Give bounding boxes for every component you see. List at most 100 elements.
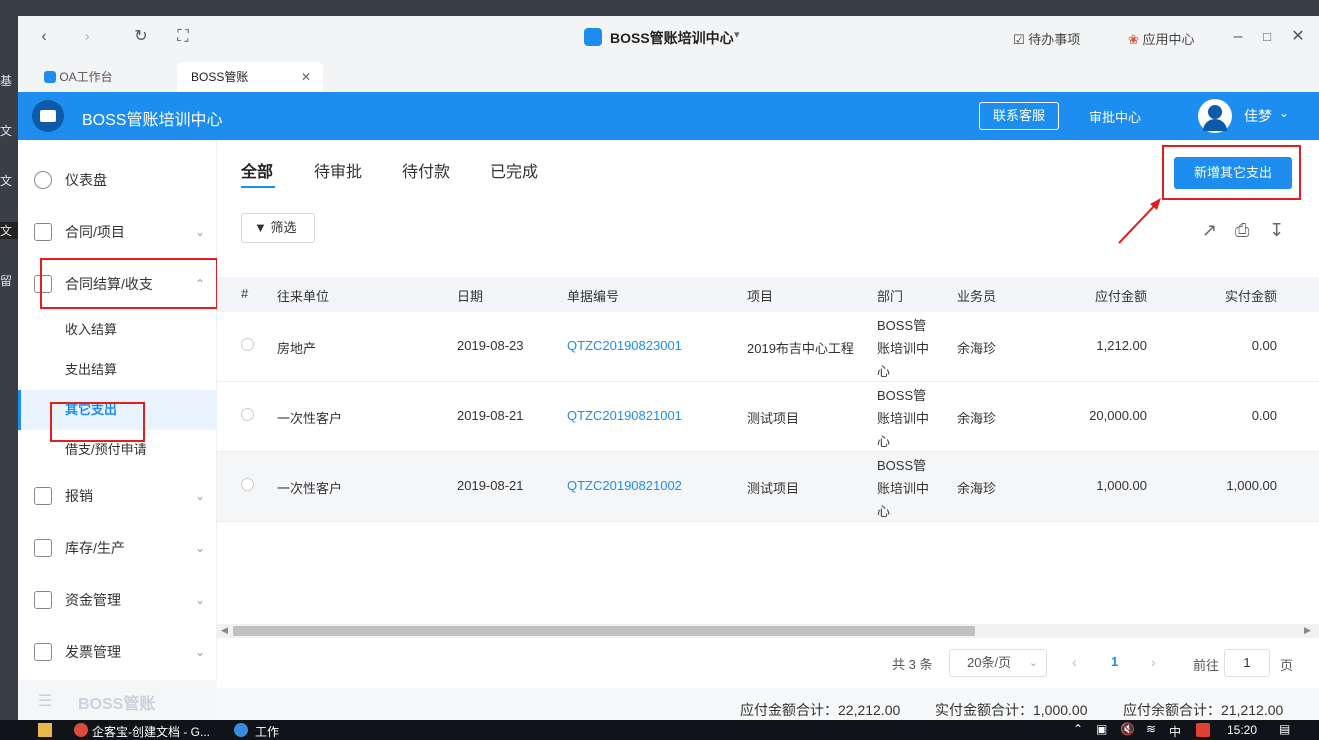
page-size-select[interactable]: 20条/页 ⌄ xyxy=(949,649,1047,677)
sidebar-item-label: 资金管理 xyxy=(65,592,121,608)
input-language[interactable]: 中 xyxy=(1169,723,1181,740)
window-title[interactable]: BOSS管账培训中心 xyxy=(610,28,734,48)
desktop-label: 基 xyxy=(0,74,13,88)
minimize-icon[interactable]: – xyxy=(1227,26,1249,48)
sidebar-item-funds[interactable]: 资金管理 ⌄ xyxy=(18,574,217,626)
refresh-icon[interactable]: ↻ xyxy=(130,26,152,48)
goto-page-input[interactable]: 1 xyxy=(1224,649,1270,677)
table-row[interactable]: 一次性客户 2019-08-21 QTZC20190821002 测试项目 BO… xyxy=(217,452,1319,522)
row-radio[interactable] xyxy=(241,338,254,351)
horizontal-scrollbar[interactable]: ◀ ▶ xyxy=(217,624,1319,638)
tab-boss-label: BOSS管账 xyxy=(191,70,249,84)
battery-icon[interactable]: ▣ xyxy=(1096,722,1107,736)
cell-doc-link[interactable]: QTZC20190821002 xyxy=(567,478,682,493)
oa-icon xyxy=(44,71,56,83)
table-header: # 往来单位 日期 单据编号 项目 部门 业务员 应付金额 实付金额 xyxy=(217,277,1319,312)
chrome-icon[interactable] xyxy=(74,723,88,737)
total-count: 共 3 条 xyxy=(892,657,933,672)
table-row[interactable]: 一次性客户 2019-08-21 QTZC20190821001 测试项目 BO… xyxy=(217,382,1319,452)
sidebar-sub-advance[interactable]: 借支/预付申请 xyxy=(18,430,217,470)
folder-icon xyxy=(34,223,52,241)
sidebar-item-inventory[interactable]: 库存/生产 ⌄ xyxy=(18,522,217,574)
notification-icon[interactable]: ▤ xyxy=(1279,722,1290,736)
store-logo-icon xyxy=(32,100,64,132)
scroll-right-icon[interactable]: ▶ xyxy=(1304,625,1311,636)
column-header: 往来单位 xyxy=(277,289,330,304)
tab-boss[interactable]: BOSS管账 ✕ xyxy=(177,62,323,92)
volume-mute-icon[interactable]: 🔇 xyxy=(1120,722,1135,736)
column-settings-icon[interactable]: ↧ xyxy=(1269,220,1284,241)
summary-paid: 实付金额合计：1,000.00 xyxy=(935,702,1088,718)
tab-all[interactable]: 全部 xyxy=(241,158,273,182)
tab-completed[interactable]: 已完成 xyxy=(490,158,538,182)
row-radio[interactable] xyxy=(241,478,254,491)
sidebar-sub-expense[interactable]: 支出结算 xyxy=(18,350,217,390)
fullscreen-icon[interactable]: ⛶ xyxy=(172,26,194,48)
work-app-icon[interactable] xyxy=(234,723,248,737)
user-name[interactable]: 佳梦 xyxy=(1244,106,1272,126)
app-logo-icon xyxy=(584,28,602,46)
prev-page-icon[interactable]: ‹ xyxy=(1072,654,1077,670)
next-page-icon[interactable]: › xyxy=(1151,654,1156,670)
print-icon[interactable]: ⎙ xyxy=(1235,220,1249,241)
desktop-left-strip: 基 文 文 文 留 xyxy=(0,0,18,720)
desktop-label: 文 xyxy=(0,174,13,188)
column-header: 日期 xyxy=(457,289,484,304)
cell-project: 测试项目 xyxy=(747,481,800,496)
tray-chevron-icon[interactable]: ⌃ xyxy=(1073,722,1083,736)
chevron-down-icon[interactable]: ▾ xyxy=(734,28,740,41)
desktop-label: 文 xyxy=(0,124,13,138)
app-center-icon: ❀ xyxy=(1128,32,1139,47)
todo-label: 待办事项 xyxy=(1028,32,1081,47)
filter-button[interactable]: ▼ 筛选 xyxy=(241,213,315,243)
sidebar-item-contracts[interactable]: 合同/项目 ⌄ xyxy=(18,206,217,258)
sogou-icon[interactable] xyxy=(1196,723,1210,737)
row-radio[interactable] xyxy=(241,408,254,421)
sidebar-item-label: 报销 xyxy=(65,488,93,504)
taskbar-item[interactable]: 工作 xyxy=(255,723,279,740)
annotation-arrow xyxy=(1118,198,1161,244)
filter-icon: ▼ xyxy=(254,220,267,235)
maximize-icon[interactable]: □ xyxy=(1256,26,1278,48)
app-center-button[interactable]: ❀ 应用中心 xyxy=(1128,29,1195,48)
cell-doc-link[interactable]: QTZC20190821001 xyxy=(567,408,682,423)
close-icon[interactable]: ✕ xyxy=(1287,26,1309,48)
wifi-icon[interactable]: ≋ xyxy=(1146,722,1156,736)
tab-pending-payment[interactable]: 待付款 xyxy=(402,158,450,182)
cell-date: 2019-08-21 xyxy=(457,478,524,493)
todo-button[interactable]: ☑ 待办事项 xyxy=(1013,29,1080,48)
back-icon[interactable]: ‹ xyxy=(33,26,55,48)
title-bar: ‹ › ↻ ⛶ BOSS管账培训中心 ▾ ☑ 待办事项 ❀ 应用中心 – □ ✕ xyxy=(18,16,1319,58)
desktop-label: 文 xyxy=(0,222,18,239)
scroll-left-icon[interactable]: ◀ xyxy=(221,625,228,636)
clock[interactable]: 15:20 xyxy=(1227,723,1257,737)
cell-dept: 账培训中 xyxy=(877,411,930,426)
tab-pending-approval[interactable]: 待审批 xyxy=(314,158,362,182)
cell-payable: 1,212.00 xyxy=(1096,338,1147,353)
page-number-current[interactable]: 1 xyxy=(1111,654,1118,669)
approval-center-link[interactable]: 审批中心 xyxy=(1089,107,1141,126)
sidebar-item-invoice[interactable]: 发票管理 ⌄ xyxy=(18,626,217,678)
taskbar: 企客宝-创建文档 - G... 工作 ⌃ ▣ 🔇 ≋ 中 15:20 ▤ xyxy=(0,720,1319,740)
cell-staff: 余海珍 xyxy=(957,341,997,356)
sidebar-item-dashboard[interactable]: 仪表盘 xyxy=(18,154,217,206)
table-row[interactable]: 房地产 2019-08-23 QTZC20190823001 2019布吉中心工… xyxy=(217,312,1319,382)
cell-dept: 账培训中 xyxy=(877,481,930,496)
contact-service-button[interactable]: 联系客服 xyxy=(979,102,1059,130)
close-icon[interactable]: ✕ xyxy=(301,62,311,92)
chevron-down-icon[interactable]: ⌄ xyxy=(1279,106,1289,120)
taskbar-item[interactable]: 企客宝-创建文档 - G... xyxy=(92,723,210,740)
sidebar-sub-income[interactable]: 收入结算 xyxy=(18,310,217,350)
scrollbar-thumb[interactable] xyxy=(233,626,975,636)
tab-indicator xyxy=(241,186,275,188)
export-icon[interactable]: ↗ xyxy=(1202,220,1217,241)
avatar[interactable] xyxy=(1198,99,1232,133)
cell-paid: 0.00 xyxy=(1251,408,1277,423)
cell-payable: 1,000.00 xyxy=(1096,478,1147,493)
column-header: 项目 xyxy=(747,289,774,304)
sidebar-item-reimbursement[interactable]: 报销 ⌄ xyxy=(18,470,217,522)
forward-icon[interactable]: › xyxy=(76,26,98,48)
cell-doc-link[interactable]: QTZC20190823001 xyxy=(567,338,682,353)
file-explorer-icon[interactable] xyxy=(38,723,52,737)
tab-oa[interactable]: OA工作台 xyxy=(30,62,170,92)
